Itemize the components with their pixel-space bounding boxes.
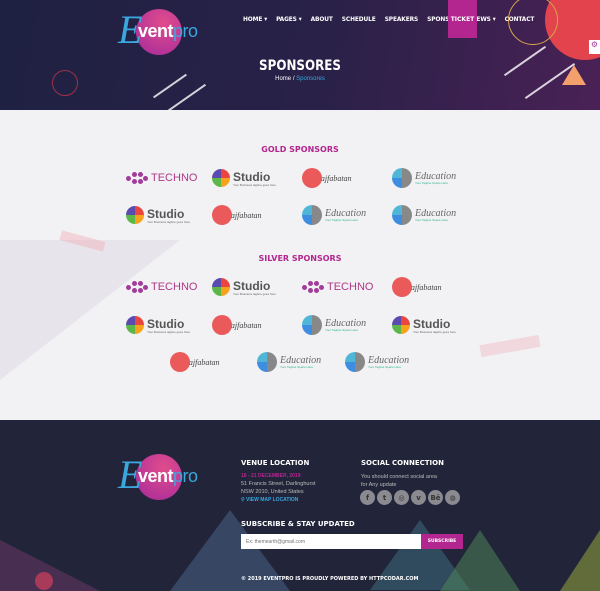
sponsor-logo-edu[interactable]: Education Your Tagline Space Here	[302, 202, 382, 228]
sponsor-logo-raj[interactable]: Rajfabatan	[170, 349, 250, 375]
site-footer	[0, 420, 600, 591]
breadcrumb: Home / Sponsores	[275, 76, 325, 82]
email-input[interactable]	[241, 534, 421, 549]
ticket-button[interactable]: TICKET	[448, 0, 477, 38]
sponsor-logo-raj[interactable]: Rajfabatan	[212, 312, 292, 338]
sponsor-logo-raj[interactable]: Rajfabatan	[302, 165, 382, 191]
subscribe-title: SUBSCRIBE & STAY UPDATED	[241, 520, 355, 528]
site-logo[interactable]: E ventpro	[118, 6, 198, 56]
edu-logo-icon	[257, 352, 277, 372]
decor-triangle	[562, 65, 586, 85]
sponsor-logo-studio[interactable]: Studio Your Business tagline goes here	[212, 165, 292, 191]
social-title: SOCIAL CONNECTION	[361, 459, 444, 467]
studio-logo-icon	[392, 316, 410, 334]
decor-line	[163, 83, 207, 110]
sponsor-logo-studio[interactable]: Studio Your Business tagline goes here	[126, 202, 206, 228]
sponsor-logo-raj[interactable]: Rajfabatan	[212, 202, 292, 228]
breadcrumb-current: Sponsores	[296, 76, 325, 82]
social-text: for Any update	[361, 482, 397, 488]
main-nav: HOME ▾ PAGES ▾ ABOUT SCHEDULE SPEAKERS S…	[243, 0, 543, 38]
view-map-link[interactable]: ⚲ VIEW MAP LOCATION	[241, 496, 298, 504]
nav-contact[interactable]: CONTACT	[505, 15, 535, 23]
behance-icon[interactable]: Bē	[428, 490, 443, 505]
twitter-icon[interactable]: t	[377, 490, 392, 505]
breadcrumb-home[interactable]: Home	[275, 76, 291, 82]
venue-title: VENUE LOCATION	[241, 459, 310, 467]
decor-circle	[35, 572, 53, 590]
studio-logo-icon	[212, 278, 230, 296]
dribbble-icon[interactable]: ◍	[445, 490, 460, 505]
silver-sponsors-title: SILVER SPONSORS	[258, 254, 342, 263]
social-links: f t ◎ v Bē ◍	[360, 490, 460, 505]
nav-schedule[interactable]: SCHEDULE	[342, 15, 376, 23]
sponsor-logo-techno[interactable]: TECHNO	[126, 274, 206, 300]
nav-home[interactable]: HOME ▾	[243, 15, 267, 23]
page-header: E ventpro HOME ▾ PAGES ▾ ABOUT SCHEDULE …	[0, 0, 600, 110]
decor-triangle	[560, 530, 600, 591]
edu-logo-icon	[302, 315, 322, 335]
settings-gear-icon[interactable]: ⚙	[589, 40, 600, 54]
gold-sponsors-title: GOLD SPONSORS	[261, 145, 339, 154]
techno-logo-icon	[126, 172, 148, 184]
raj-logo-icon	[212, 315, 232, 335]
social-text: You should connect social area	[361, 474, 437, 480]
edu-logo-icon	[392, 205, 412, 225]
studio-logo-icon	[126, 316, 144, 334]
sponsor-logo-studio[interactable]: Studio Your Business tagline goes here	[392, 312, 472, 338]
copyright: © 2019 EVENTPRO IS PROUDLY POWERED BY HT…	[241, 576, 419, 582]
address-line-1: 51 Francis Street, Darlinghurst	[241, 481, 316, 487]
page-title: SPONSORES	[259, 58, 341, 74]
sponsor-logo-raj[interactable]: Rajfabatan	[392, 274, 472, 300]
sponsor-logo-techno[interactable]: TECHNO	[302, 274, 382, 300]
sponsor-logo-edu[interactable]: Education Your Tagline Space Here	[302, 312, 382, 338]
sponsor-logo-studio[interactable]: Studio Your Business tagline goes here	[126, 312, 206, 338]
raj-logo-icon	[302, 168, 322, 188]
decor-shape	[479, 334, 541, 358]
edu-logo-icon	[345, 352, 365, 372]
sponsor-logo-studio[interactable]: Studio Your Business tagline goes here	[212, 274, 292, 300]
footer-logo[interactable]: E ventpro	[118, 451, 198, 501]
facebook-icon[interactable]: f	[360, 490, 375, 505]
techno-logo-icon	[126, 281, 148, 293]
studio-logo-icon	[126, 206, 144, 224]
raj-logo-icon	[392, 277, 412, 297]
nav-pages[interactable]: PAGES ▾	[276, 15, 302, 23]
address-line-2: NSW 2010, United States	[241, 489, 304, 495]
sponsor-logo-techno[interactable]: TECHNO	[126, 165, 206, 191]
subscribe-button[interactable]: SUBSCRIBE	[421, 534, 463, 549]
raj-logo-icon	[170, 352, 190, 372]
nav-speakers[interactable]: SPEAKERS	[385, 15, 419, 23]
studio-logo-icon	[212, 169, 230, 187]
instagram-icon[interactable]: ◎	[394, 490, 409, 505]
sponsor-logo-edu[interactable]: Education Your Tagline Space Here	[392, 165, 472, 191]
event-date: 18 - 21 DECEMBER, 2019	[241, 473, 301, 479]
edu-logo-icon	[302, 205, 322, 225]
vimeo-icon[interactable]: v	[411, 490, 426, 505]
techno-logo-icon	[302, 281, 324, 293]
edu-logo-icon	[392, 168, 412, 188]
sponsor-logo-edu[interactable]: Education Your Tagline Space Here	[345, 349, 425, 375]
raj-logo-icon	[212, 205, 232, 225]
sponsor-logo-edu[interactable]: Education Your Tagline Space Here	[257, 349, 337, 375]
nav-about[interactable]: ABOUT	[311, 15, 333, 23]
sponsor-logo-edu[interactable]: Education Your Tagline Space Here	[392, 202, 472, 228]
